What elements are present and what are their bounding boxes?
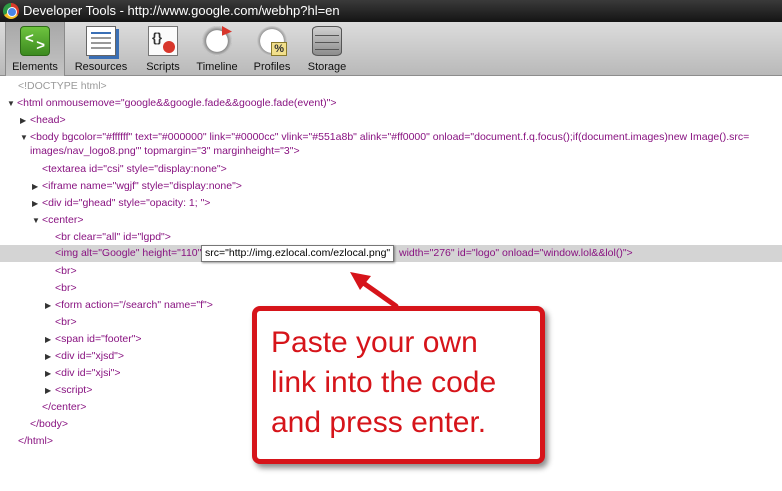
div-ghead-tag: <div id="ghead" style="opacity: 1; "> [42, 197, 211, 209]
tab-storage[interactable]: Storage [302, 22, 352, 76]
window-title-bar: Developer Tools - http://www.google.com/… [0, 0, 782, 22]
img-tag-suffix: width="276" id="logo" onload="window.lol… [399, 247, 633, 259]
tab-profiles-label: Profiles [253, 61, 291, 73]
img-tag-prefix: <img alt="Google" height="110" [55, 247, 202, 259]
tree-node-body-continued: images/nav_logo8.png'" topmargin="3" mar… [30, 143, 300, 160]
tab-elements[interactable]: Elements [5, 22, 65, 76]
span-footer-tag: <span id="footer"> [55, 333, 142, 345]
tree-node-head[interactable]: ▶ <head> [20, 112, 66, 129]
collapsed-triangle-icon[interactable]: ▶ [45, 348, 55, 365]
tree-node-div-ghead[interactable]: ▶ <div id="ghead" style="opacity: 1; "> [32, 195, 210, 212]
collapsed-triangle-icon[interactable]: ▶ [45, 365, 55, 382]
body-open-tag-continued: images/nav_logo8.png'" topmargin="3" mar… [30, 145, 300, 157]
elements-icon [20, 26, 50, 56]
timeline-icon [202, 26, 232, 56]
tab-scripts-label: Scripts [146, 61, 180, 73]
tree-node-br[interactable]: <br> [55, 263, 77, 280]
form-tag: <form action="/search" name="f"> [55, 299, 213, 311]
textarea-tag: <textarea id="csi" style="display:none"> [42, 163, 227, 175]
tab-profiles[interactable]: Profiles [247, 22, 297, 76]
tree-node-body-close[interactable]: </body> [30, 416, 68, 433]
expanded-triangle-icon[interactable]: ▼ [32, 212, 42, 229]
doctype-text: <!DOCTYPE html> [18, 80, 107, 92]
tree-node-textarea[interactable]: <textarea id="csi" style="display:none"> [42, 161, 227, 178]
tab-timeline-label: Timeline [196, 61, 238, 73]
tree-node-form[interactable]: ▶ <form action="/search" name="f"> [45, 297, 213, 314]
collapsed-triangle-icon[interactable]: ▶ [20, 112, 30, 129]
body-close-tag: </body> [30, 418, 68, 430]
expanded-triangle-icon[interactable]: ▼ [20, 129, 30, 146]
center-close-tag: </center> [42, 401, 87, 413]
attribute-edit-input[interactable]: src="http://img.ezlocal.com/ezlocal.png" [201, 245, 395, 262]
collapsed-triangle-icon[interactable]: ▶ [45, 297, 55, 314]
script-tag: <script> [55, 384, 93, 396]
tree-node-br-clear[interactable]: <br clear="all" id="lgpd"> [55, 229, 171, 246]
tree-node-span-footer[interactable]: ▶ <span id="footer"> [45, 331, 142, 348]
div-xjsd-tag: <div id="xjsd"> [55, 350, 125, 362]
collapsed-triangle-icon[interactable]: ▶ [32, 195, 42, 212]
instruction-callout: Paste your own link into the code and pr… [252, 306, 545, 464]
chrome-logo-icon [3, 3, 19, 19]
tree-node-iframe[interactable]: ▶ <iframe name="wgjf" style="display:none… [32, 178, 242, 195]
br-clear-tag: <br clear="all" id="lgpd"> [55, 231, 171, 243]
devtools-toolbar: Elements Resources Scripts Timeline Prof… [0, 22, 782, 76]
iframe-tag: <iframe name="wgjf" style="display:none"… [42, 180, 242, 192]
window-title: Developer Tools - http://www.google.com/… [23, 3, 340, 18]
tab-resources-label: Resources [74, 61, 128, 73]
tree-node-div-xjsd[interactable]: ▶ <div id="xjsd"> [45, 348, 124, 365]
tab-storage-label: Storage [307, 61, 347, 73]
tab-elements-label: Elements [12, 61, 58, 73]
resources-icon [86, 26, 116, 56]
storage-icon [312, 26, 342, 56]
tree-node-doctype[interactable]: <!DOCTYPE html> [18, 78, 107, 95]
tree-node-br[interactable]: <br> [55, 280, 77, 297]
tree-node-script[interactable]: ▶ <script> [45, 382, 92, 399]
profiles-icon [257, 26, 288, 56]
br-tag: <br> [55, 282, 77, 294]
tab-timeline[interactable]: Timeline [193, 22, 241, 76]
scripts-icon [148, 26, 178, 56]
html-open-tag: <html onmousemove="google&&google.fade&&… [17, 97, 337, 109]
tab-scripts[interactable]: Scripts [138, 22, 188, 76]
tree-node-div-xjsi[interactable]: ▶ <div id="xjsi"> [45, 365, 121, 382]
center-open-tag: <center> [42, 214, 84, 226]
tree-node-center-close[interactable]: </center> [42, 399, 86, 416]
br-tag: <br> [55, 316, 77, 328]
tree-node-center[interactable]: ▼ <center> [32, 212, 83, 229]
head-tag: <head> [30, 114, 66, 126]
br-tag: <br> [55, 265, 77, 277]
tree-node-br[interactable]: <br> [55, 314, 77, 331]
expanded-triangle-icon[interactable]: ▼ [7, 95, 17, 112]
tree-node-html-close[interactable]: </html> [18, 433, 53, 450]
div-xjsi-tag: <div id="xjsi"> [55, 367, 121, 379]
body-open-tag: <body bgcolor="#ffffff" text="#000000" l… [30, 131, 750, 143]
collapsed-triangle-icon[interactable]: ▶ [45, 331, 55, 348]
collapsed-triangle-icon[interactable]: ▶ [45, 382, 55, 399]
collapsed-triangle-icon[interactable]: ▶ [32, 178, 42, 195]
tree-node-html[interactable]: ▼ <html onmousemove="google&&google.fade&… [7, 95, 336, 112]
html-close-tag: </html> [18, 435, 54, 447]
tab-resources[interactable]: Resources [68, 22, 134, 76]
